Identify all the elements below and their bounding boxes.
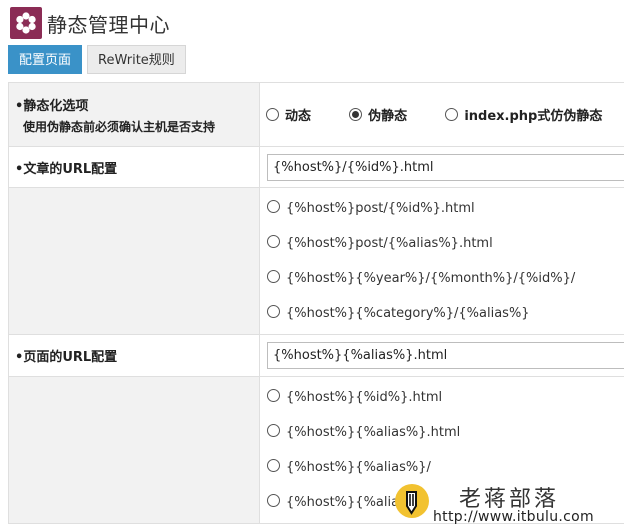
watermark-url: http://www.itbulu.com — [433, 509, 594, 525]
page-url-input[interactable] — [267, 342, 624, 369]
article-url-option[interactable]: {%host%}{%year%}/{%month%}/{%id%}/ — [267, 261, 624, 296]
radio-icon[interactable] — [267, 305, 280, 318]
watermark: 老蒋部落 http://www.itbulu.com — [395, 478, 624, 527]
article-url-option[interactable]: {%host%}{%category%}/{%alias%} — [267, 296, 624, 331]
article-url-option[interactable]: {%host%}post/{%id%}.html — [267, 191, 624, 226]
page-url-options-spacer — [8, 376, 260, 524]
radio-icon[interactable] — [267, 424, 280, 437]
page-title: 静态管理中心 — [47, 12, 170, 37]
table-row: •文章的URL配置 — [8, 146, 624, 188]
page-url-option[interactable]: {%host%}{%id%}.html — [267, 380, 624, 415]
article-url-options: {%host%}post/{%id%}.html {%host%}post/{%… — [259, 187, 624, 335]
radio-icon[interactable] — [266, 108, 279, 121]
tab-rewrite-rules[interactable]: ReWrite规则 — [87, 45, 186, 74]
table-row: {%host%}post/{%id%}.html {%host%}post/{%… — [8, 187, 624, 335]
page-url-option[interactable]: {%host%}{%alias%}.html — [267, 415, 624, 450]
radio-icon[interactable] — [267, 270, 280, 283]
article-url-label-cell: •文章的URL配置 — [8, 146, 260, 188]
article-url-input[interactable] — [267, 153, 624, 181]
tab-bar: 配置页面 ReWrite规则 — [8, 45, 186, 74]
radio-icon[interactable] — [267, 389, 280, 402]
table-row: •页面的URL配置 — [8, 334, 624, 377]
settings-table: •静态化选项 使用伪静态前必须确认主机是否支持 动态 伪静态 index.php… — [8, 82, 624, 524]
tab-config-page[interactable]: 配置页面 — [8, 45, 83, 74]
article-url-options-spacer — [8, 187, 260, 335]
radio-icon[interactable] — [267, 459, 280, 472]
radio-icon[interactable] — [267, 235, 280, 248]
pen-icon — [395, 484, 429, 518]
static-mode-options: 动态 伪静态 index.php式仿伪静态 — [259, 82, 624, 147]
mode-option-pseudo-static[interactable]: 伪静态 — [349, 105, 407, 124]
radio-icon[interactable] — [267, 494, 280, 507]
static-mode-label: 静态化选项 — [23, 98, 89, 114]
radio-icon[interactable] — [445, 108, 459, 121]
radio-checked-icon[interactable] — [349, 108, 363, 121]
mode-option-indexphp[interactable]: index.php式仿伪静态 — [445, 105, 602, 124]
mode-option-dynamic[interactable]: 动态 — [266, 105, 311, 124]
header: 静态管理中心 — [10, 6, 170, 40]
page-url-input-cell — [259, 334, 624, 377]
radio-icon[interactable] — [267, 200, 280, 213]
page-url-label: 页面的URL配置 — [23, 350, 118, 365]
flower-logo-icon — [10, 7, 42, 39]
article-url-option[interactable]: {%host%}post/{%alias%}.html — [267, 226, 624, 261]
static-mode-label-cell: •静态化选项 使用伪静态前必须确认主机是否支持 — [8, 82, 260, 147]
article-url-input-cell — [259, 146, 624, 188]
article-url-label: 文章的URL配置 — [23, 161, 118, 177]
static-mode-hint: 使用伪静态前必须确认主机是否支持 — [23, 119, 216, 134]
table-row: •静态化选项 使用伪静态前必须确认主机是否支持 动态 伪静态 index.php… — [8, 82, 624, 147]
page-url-label-cell: •页面的URL配置 — [8, 334, 260, 377]
